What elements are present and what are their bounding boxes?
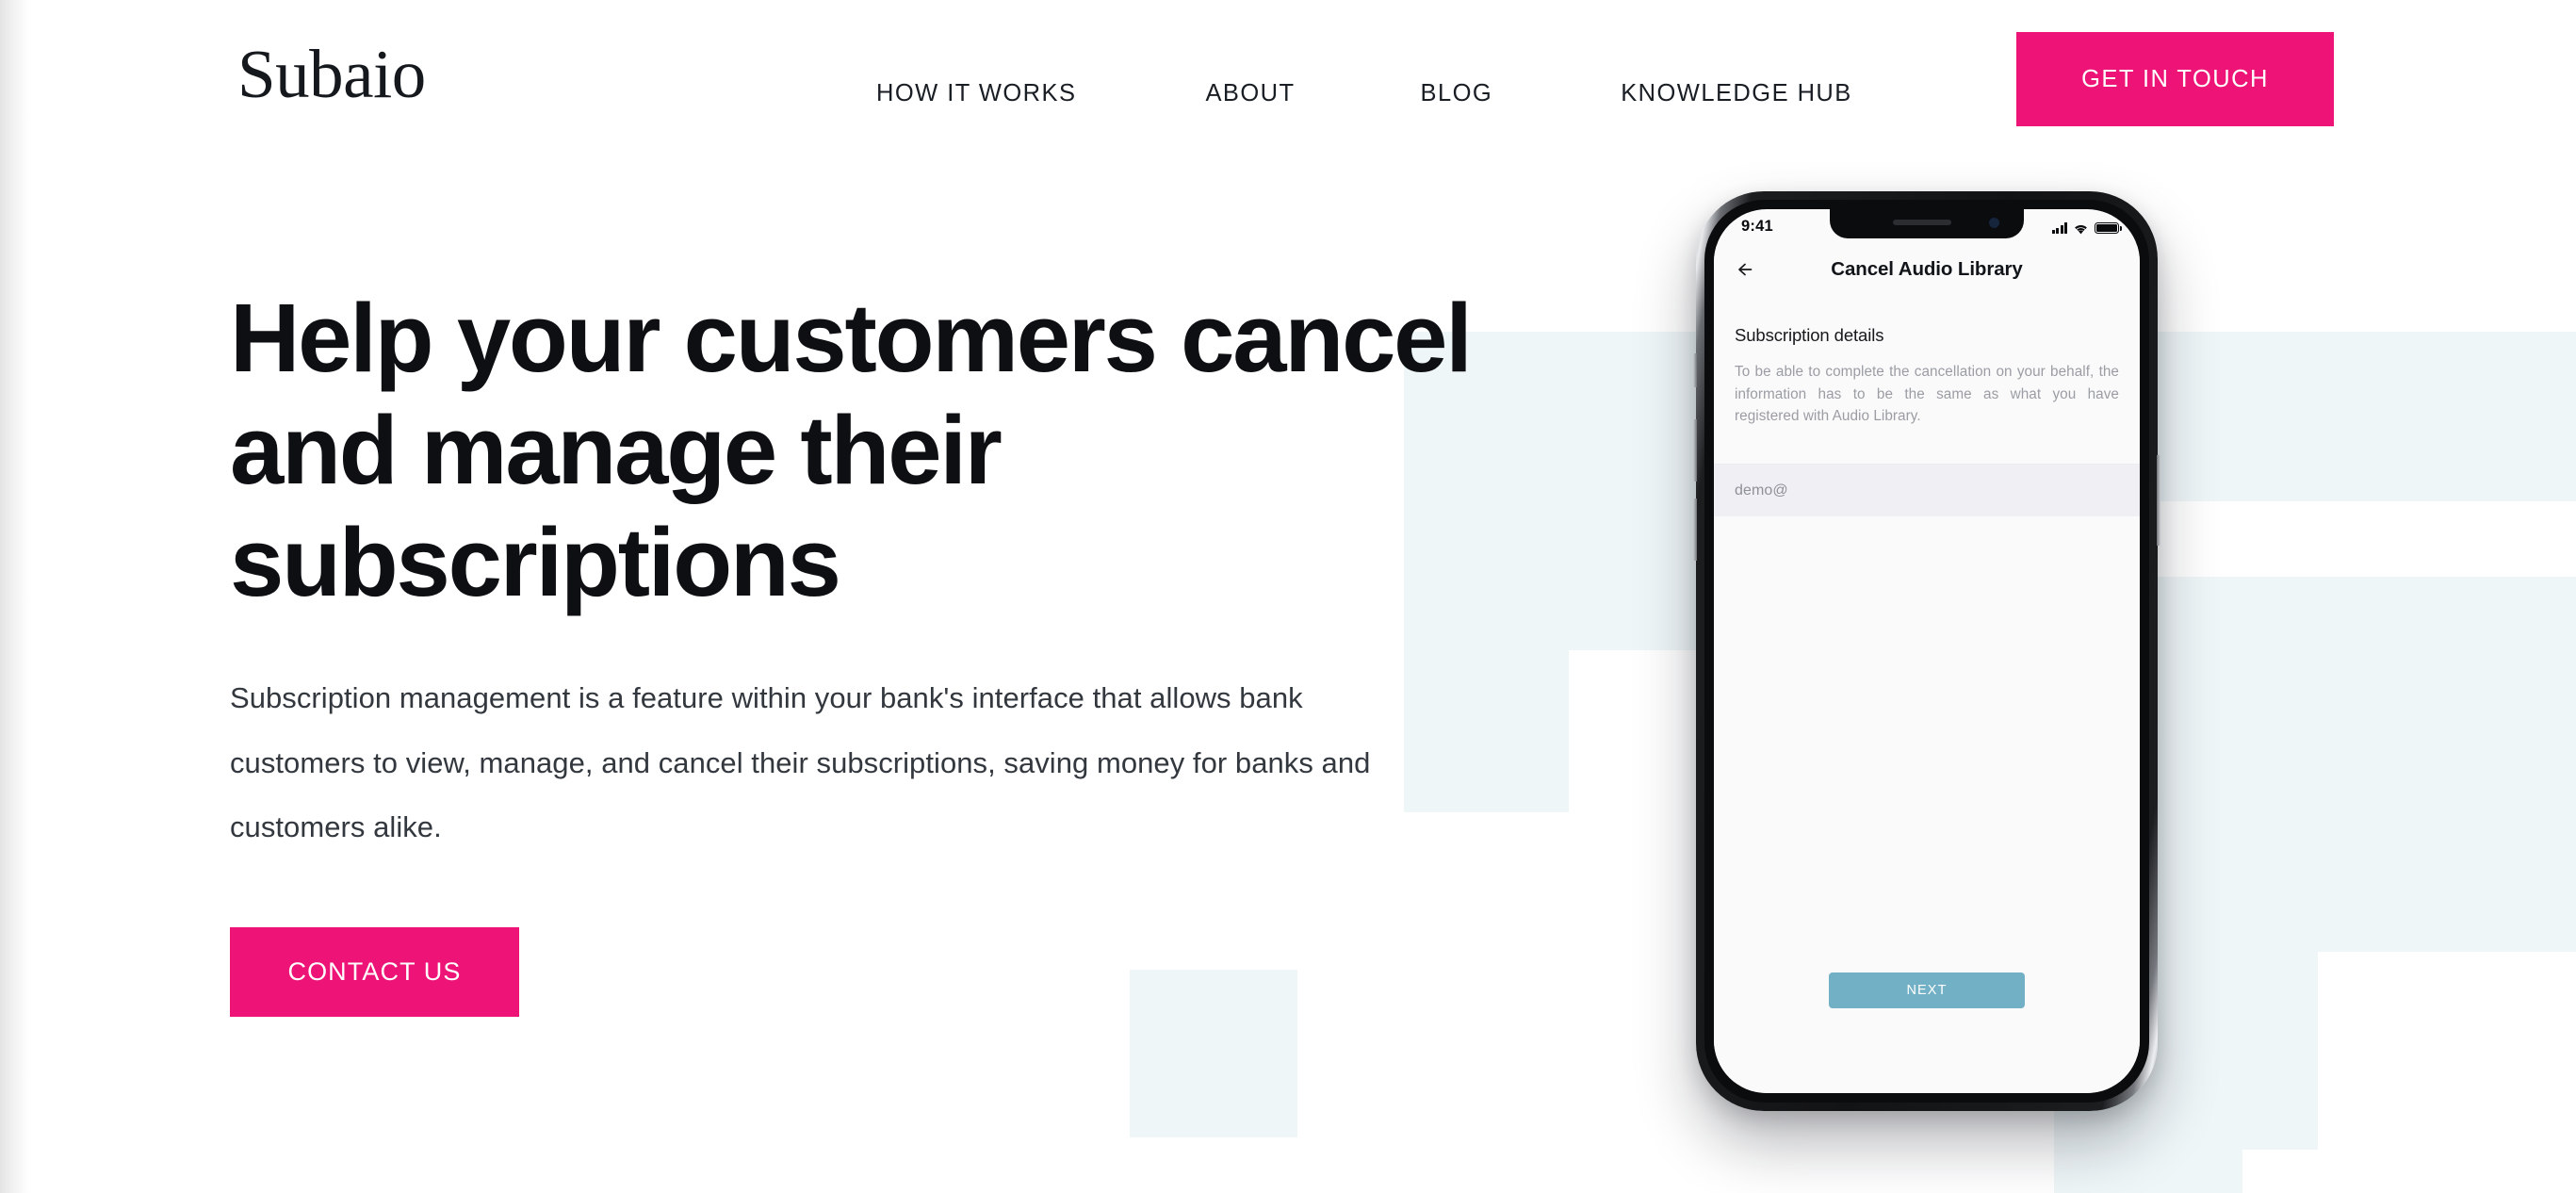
- hero-subtitle: Subscription management is a feature wit…: [230, 680, 1371, 844]
- deco-square-white: [2318, 952, 2576, 1193]
- battery-icon: [2095, 221, 2122, 234]
- phone-mockup: 9:41 Cancel Audio Library Subscription d…: [1693, 191, 2160, 1111]
- subscription-details-heading: Subscription details: [1735, 325, 1884, 345]
- status-icons: [2051, 220, 2122, 235]
- left-edge-shadow: [0, 0, 32, 1193]
- main-navigation: HOW IT WORKS ABOUT BLOG KNOWLEDGE HUB: [876, 79, 1852, 107]
- hero-section: Help your customers cancel and manage th…: [230, 283, 1549, 1018]
- deco-square-white: [2242, 1150, 2576, 1193]
- subscription-details-body: To be able to complete the cancellation …: [1735, 364, 2119, 425]
- cellular-signal-icon: [2051, 222, 2067, 234]
- landing-page: Subaio HOW IT WORKS ABOUT BLOG KNOWLEDGE…: [0, 0, 2576, 1193]
- site-header: Subaio HOW IT WORKS ABOUT BLOG KNOWLEDGE…: [0, 0, 2576, 158]
- app-content: Subscription details To be able to compl…: [1714, 294, 2140, 1093]
- contact-us-button[interactable]: CONTACT US: [230, 927, 519, 1018]
- nav-item-knowledge-hub[interactable]: KNOWLEDGE HUB: [1621, 80, 1852, 107]
- email-field-value: demo@: [1735, 482, 1788, 498]
- next-button[interactable]: NEXT: [1829, 972, 2025, 1008]
- phone-screen: 9:41 Cancel Audio Library Subscription d…: [1714, 209, 2140, 1093]
- nav-item-how-it-works[interactable]: HOW IT WORKS: [876, 80, 1076, 107]
- wifi-icon: [2073, 222, 2089, 235]
- status-time: 9:41: [1741, 218, 1773, 235]
- back-arrow-icon[interactable]: [1733, 255, 1761, 284]
- phone-status-bar: 9:41: [1714, 209, 2140, 245]
- phone-power-button[interactable]: [2157, 455, 2160, 546]
- email-field[interactable]: demo@: [1714, 465, 2140, 517]
- phone-mute-switch[interactable]: [1693, 353, 1697, 387]
- app-bar: Cancel Audio Library: [1714, 245, 2140, 294]
- page-title: Help your customers cancel and manage th…: [230, 284, 1473, 616]
- deco-square-blue: [2365, 332, 2576, 501]
- logo[interactable]: Subaio: [237, 40, 426, 108]
- app-bar-title: Cancel Audio Library: [1831, 258, 2023, 280]
- nav-item-about[interactable]: ABOUT: [1205, 80, 1295, 107]
- nav-item-blog[interactable]: BLOG: [1421, 80, 1493, 107]
- get-in-touch-button[interactable]: GET IN TOUCH: [2016, 32, 2334, 126]
- phone-volume-up-button[interactable]: [1693, 419, 1697, 482]
- phone-volume-down-button[interactable]: [1693, 498, 1697, 561]
